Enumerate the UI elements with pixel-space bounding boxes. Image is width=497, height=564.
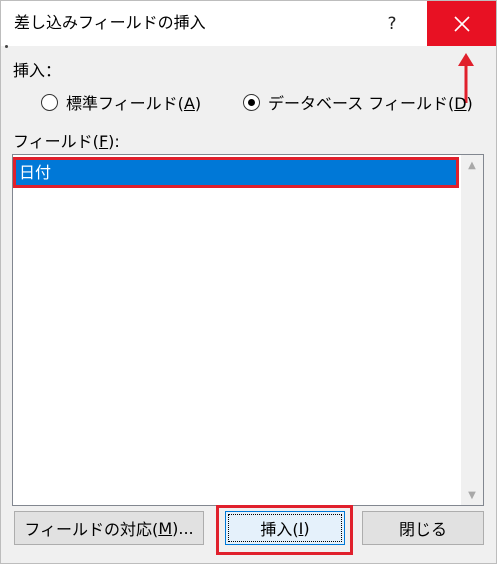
fields-list-label: フィールド(F): [13, 132, 120, 151]
stray-dot [5, 45, 8, 48]
radio-database-fields[interactable]: データベース フィールド(D) [243, 91, 473, 113]
scroll-down-icon[interactable]: ▼ [461, 485, 483, 505]
dialog-title: 差し込みフィールドの挿入 [14, 13, 206, 32]
radio-standard-label: 標準フィールド(A) [66, 94, 202, 113]
list-item[interactable]: 日付 [15, 160, 456, 185]
radio-standard-circle[interactable] [41, 93, 58, 111]
insert-group-label: 挿入： [13, 61, 62, 80]
radio-database-label: データベース フィールド(D) [268, 94, 473, 113]
radio-standard-fields[interactable]: 標準フィールド(A) [41, 91, 201, 113]
close-window-button[interactable] [427, 1, 496, 46]
match-fields-button[interactable]: フィールドの対応(M)... [14, 511, 204, 545]
insert-merge-field-dialog: 差し込みフィールドの挿入 ? 挿入： 標準フィールド(A) データベース フィー… [0, 0, 497, 564]
insert-button[interactable]: 挿入(I) [225, 511, 345, 545]
listbox-scrollbar[interactable]: ▲ ▼ [461, 155, 483, 505]
close-button[interactable]: 閉じる [362, 511, 484, 545]
radio-database-circle[interactable] [243, 93, 260, 111]
focus-rect [228, 514, 342, 542]
close-icon [453, 15, 470, 32]
scroll-up-icon[interactable]: ▲ [461, 155, 483, 175]
help-icon: ? [387, 13, 397, 34]
fields-listbox[interactable]: 日付 ▲ ▼ [12, 154, 484, 506]
help-button[interactable]: ? [369, 1, 415, 46]
title-bar: 差し込みフィールドの挿入 ? [1, 1, 496, 46]
